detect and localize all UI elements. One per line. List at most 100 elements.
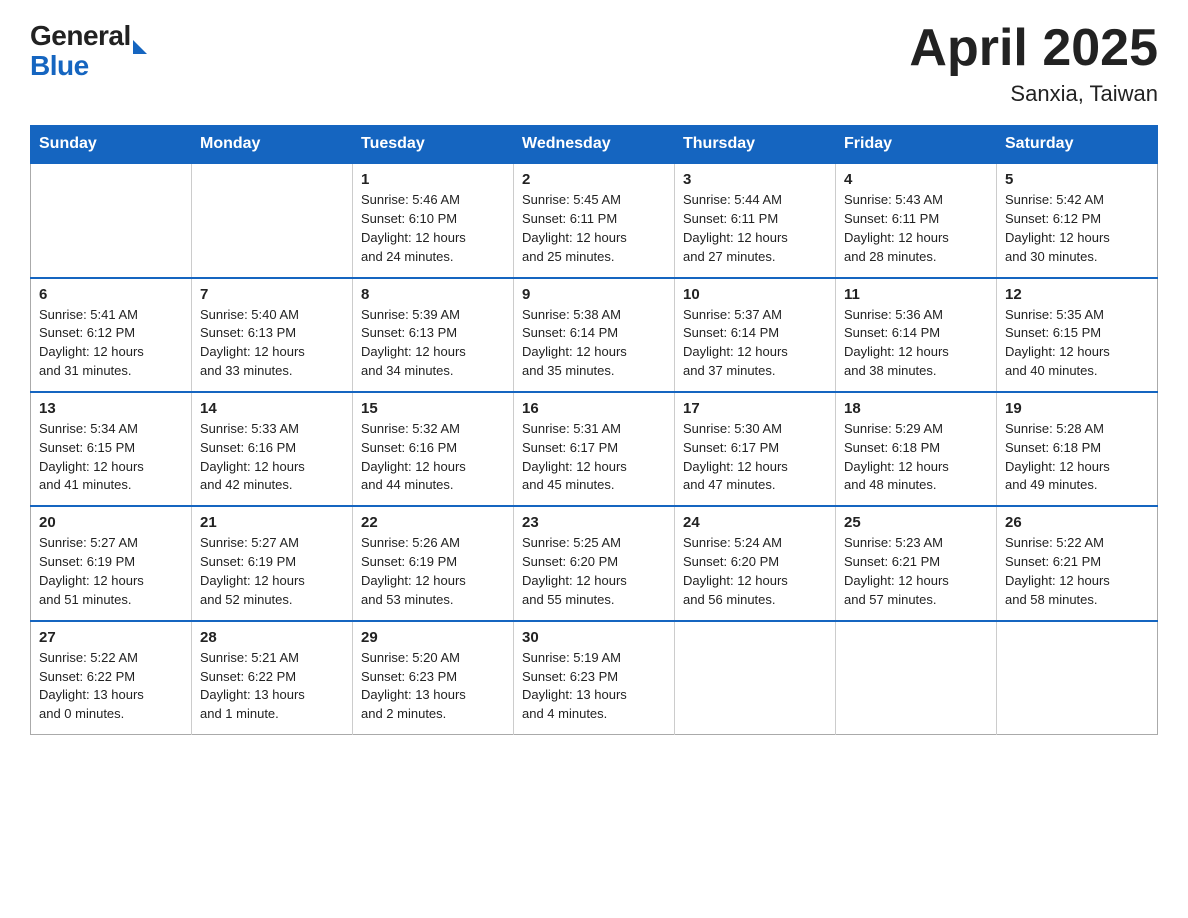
day-info: Sunrise: 5:39 AM Sunset: 6:13 PM Dayligh… xyxy=(361,306,505,381)
day-number: 14 xyxy=(200,400,344,417)
calendar-header: SundayMondayTuesdayWednesdayThursdayFrid… xyxy=(31,126,1158,164)
day-number: 22 xyxy=(361,514,505,531)
calendar-title: April 2025 xyxy=(909,20,1158,77)
calendar-day-cell: 5 Sunrise: 5:42 AM Sunset: 6:12 PM Daylig… xyxy=(997,163,1158,277)
calendar-day-cell: 28 Sunrise: 5:21 AM Sunset: 6:22 PM Dayli… xyxy=(192,621,353,735)
calendar-subtitle: Sanxia, Taiwan xyxy=(909,81,1158,107)
calendar-day-cell xyxy=(675,621,836,735)
calendar-week-row: 6 Sunrise: 5:41 AM Sunset: 6:12 PM Daylig… xyxy=(31,278,1158,392)
day-info: Sunrise: 5:36 AM Sunset: 6:14 PM Dayligh… xyxy=(844,306,988,381)
day-info: Sunrise: 5:25 AM Sunset: 6:20 PM Dayligh… xyxy=(522,534,666,609)
day-number: 30 xyxy=(522,629,666,646)
day-number: 17 xyxy=(683,400,827,417)
calendar-week-row: 13Sunrise: 5:34 AM Sunset: 6:15 PM Dayli… xyxy=(31,392,1158,506)
day-number: 13 xyxy=(39,400,183,417)
calendar-day-cell: 29 Sunrise: 5:20 AM Sunset: 6:23 PM Dayli… xyxy=(353,621,514,735)
day-number: 29 xyxy=(361,629,505,646)
day-info: Sunrise: 5:20 AM Sunset: 6:23 PM Dayligh… xyxy=(361,649,505,724)
calendar-day-cell: 19 Sunrise: 5:28 AM Sunset: 6:18 PM Dayli… xyxy=(997,392,1158,506)
day-info: Sunrise: 5:27 AM Sunset: 6:19 PM Dayligh… xyxy=(39,534,183,609)
day-number: 8 xyxy=(361,286,505,303)
calendar-day-cell xyxy=(836,621,997,735)
calendar-day-cell: 13Sunrise: 5:34 AM Sunset: 6:15 PM Dayli… xyxy=(31,392,192,506)
calendar-day-cell: 4 Sunrise: 5:43 AM Sunset: 6:11 PM Daylig… xyxy=(836,163,997,277)
day-info: Sunrise: 5:32 AM Sunset: 6:16 PM Dayligh… xyxy=(361,420,505,495)
calendar-day-cell: 17 Sunrise: 5:30 AM Sunset: 6:17 PM Dayli… xyxy=(675,392,836,506)
day-number: 1 xyxy=(361,171,505,188)
day-info: Sunrise: 5:42 AM Sunset: 6:12 PM Dayligh… xyxy=(1005,191,1149,266)
day-info: Sunrise: 5:41 AM Sunset: 6:12 PM Dayligh… xyxy=(39,306,183,381)
calendar-day-cell: 7 Sunrise: 5:40 AM Sunset: 6:13 PM Daylig… xyxy=(192,278,353,392)
calendar-day-cell: 3Sunrise: 5:44 AM Sunset: 6:11 PM Daylig… xyxy=(675,163,836,277)
calendar-week-row: 20Sunrise: 5:27 AM Sunset: 6:19 PM Dayli… xyxy=(31,506,1158,620)
day-info: Sunrise: 5:40 AM Sunset: 6:13 PM Dayligh… xyxy=(200,306,344,381)
day-info: Sunrise: 5:27 AM Sunset: 6:19 PM Dayligh… xyxy=(200,534,344,609)
day-info: Sunrise: 5:38 AM Sunset: 6:14 PM Dayligh… xyxy=(522,306,666,381)
calendar-day-cell: 8 Sunrise: 5:39 AM Sunset: 6:13 PM Daylig… xyxy=(353,278,514,392)
page-header: General Blue April 2025 Sanxia, Taiwan xyxy=(30,20,1158,107)
day-number: 9 xyxy=(522,286,666,303)
calendar-day-cell: 20Sunrise: 5:27 AM Sunset: 6:19 PM Dayli… xyxy=(31,506,192,620)
calendar-day-cell xyxy=(31,163,192,277)
calendar-day-cell: 16Sunrise: 5:31 AM Sunset: 6:17 PM Dayli… xyxy=(514,392,675,506)
day-number: 15 xyxy=(361,400,505,417)
day-info: Sunrise: 5:37 AM Sunset: 6:14 PM Dayligh… xyxy=(683,306,827,381)
calendar-day-cell: 18 Sunrise: 5:29 AM Sunset: 6:18 PM Dayli… xyxy=(836,392,997,506)
day-number: 28 xyxy=(200,629,344,646)
calendar-header-row: SundayMondayTuesdayWednesdayThursdayFrid… xyxy=(31,126,1158,164)
calendar-week-row: 27Sunrise: 5:22 AM Sunset: 6:22 PM Dayli… xyxy=(31,621,1158,735)
calendar-week-row: 1 Sunrise: 5:46 AM Sunset: 6:10 PM Daylig… xyxy=(31,163,1158,277)
day-info: Sunrise: 5:43 AM Sunset: 6:11 PM Dayligh… xyxy=(844,191,988,266)
day-number: 26 xyxy=(1005,514,1149,531)
calendar-day-cell: 22 Sunrise: 5:26 AM Sunset: 6:19 PM Dayli… xyxy=(353,506,514,620)
day-number: 21 xyxy=(200,514,344,531)
day-info: Sunrise: 5:22 AM Sunset: 6:21 PM Dayligh… xyxy=(1005,534,1149,609)
day-info: Sunrise: 5:24 AM Sunset: 6:20 PM Dayligh… xyxy=(683,534,827,609)
day-number: 11 xyxy=(844,286,988,303)
logo-blue-text: Blue xyxy=(30,52,147,80)
calendar-day-header: Thursday xyxy=(675,126,836,164)
title-block: April 2025 Sanxia, Taiwan xyxy=(909,20,1158,107)
calendar-day-cell: 25Sunrise: 5:23 AM Sunset: 6:21 PM Dayli… xyxy=(836,506,997,620)
day-number: 6 xyxy=(39,286,183,303)
day-number: 12 xyxy=(1005,286,1149,303)
calendar-day-cell: 30Sunrise: 5:19 AM Sunset: 6:23 PM Dayli… xyxy=(514,621,675,735)
day-number: 25 xyxy=(844,514,988,531)
calendar-day-cell: 23 Sunrise: 5:25 AM Sunset: 6:20 PM Dayli… xyxy=(514,506,675,620)
calendar-day-header: Sunday xyxy=(31,126,192,164)
day-number: 7 xyxy=(200,286,344,303)
calendar-day-cell xyxy=(997,621,1158,735)
logo: General Blue xyxy=(30,20,147,80)
calendar-day-cell xyxy=(192,163,353,277)
calendar-day-cell: 1 Sunrise: 5:46 AM Sunset: 6:10 PM Daylig… xyxy=(353,163,514,277)
calendar-day-cell: 14Sunrise: 5:33 AM Sunset: 6:16 PM Dayli… xyxy=(192,392,353,506)
day-number: 23 xyxy=(522,514,666,531)
day-number: 3 xyxy=(683,171,827,188)
day-info: Sunrise: 5:45 AM Sunset: 6:11 PM Dayligh… xyxy=(522,191,666,266)
day-info: Sunrise: 5:46 AM Sunset: 6:10 PM Dayligh… xyxy=(361,191,505,266)
calendar-day-cell: 10 Sunrise: 5:37 AM Sunset: 6:14 PM Dayli… xyxy=(675,278,836,392)
calendar-day-cell: 21 Sunrise: 5:27 AM Sunset: 6:19 PM Dayli… xyxy=(192,506,353,620)
calendar-day-header: Friday xyxy=(836,126,997,164)
logo-general-text: General xyxy=(30,20,131,52)
calendar-day-header: Saturday xyxy=(997,126,1158,164)
calendar-day-header: Monday xyxy=(192,126,353,164)
day-number: 19 xyxy=(1005,400,1149,417)
calendar-day-cell: 9 Sunrise: 5:38 AM Sunset: 6:14 PM Daylig… xyxy=(514,278,675,392)
day-number: 10 xyxy=(683,286,827,303)
day-info: Sunrise: 5:28 AM Sunset: 6:18 PM Dayligh… xyxy=(1005,420,1149,495)
day-number: 5 xyxy=(1005,171,1149,188)
day-info: Sunrise: 5:31 AM Sunset: 6:17 PM Dayligh… xyxy=(522,420,666,495)
day-info: Sunrise: 5:22 AM Sunset: 6:22 PM Dayligh… xyxy=(39,649,183,724)
calendar-day-cell: 27Sunrise: 5:22 AM Sunset: 6:22 PM Dayli… xyxy=(31,621,192,735)
day-info: Sunrise: 5:30 AM Sunset: 6:17 PM Dayligh… xyxy=(683,420,827,495)
calendar-day-cell: 26 Sunrise: 5:22 AM Sunset: 6:21 PM Dayli… xyxy=(997,506,1158,620)
day-number: 4 xyxy=(844,171,988,188)
day-number: 2 xyxy=(522,171,666,188)
calendar-day-header: Wednesday xyxy=(514,126,675,164)
day-info: Sunrise: 5:21 AM Sunset: 6:22 PM Dayligh… xyxy=(200,649,344,724)
day-number: 18 xyxy=(844,400,988,417)
day-info: Sunrise: 5:29 AM Sunset: 6:18 PM Dayligh… xyxy=(844,420,988,495)
calendar-body: 1 Sunrise: 5:46 AM Sunset: 6:10 PM Daylig… xyxy=(31,163,1158,734)
day-info: Sunrise: 5:26 AM Sunset: 6:19 PM Dayligh… xyxy=(361,534,505,609)
